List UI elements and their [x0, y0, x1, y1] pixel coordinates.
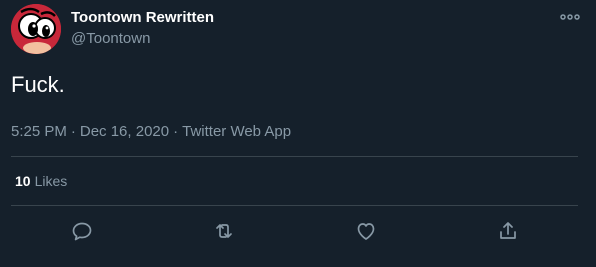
tweet-text: Fuck. [11, 72, 65, 97]
tweet-date[interactable]: Dec 16, 2020 [80, 123, 169, 140]
meta-separator: · [70, 123, 76, 140]
tweet-time[interactable]: 5:25 PM [11, 123, 67, 140]
retweet-button[interactable] [212, 219, 236, 243]
likes-stat[interactable]: 10 Likes [15, 173, 67, 189]
avatar[interactable] [11, 4, 61, 54]
divider [11, 156, 578, 157]
reply-icon [72, 222, 92, 241]
likes-label: Likes [34, 173, 68, 189]
avatar-image [11, 4, 61, 54]
heart-icon [357, 223, 375, 240]
tweet-metadata: 5:25 PM · Dec 16, 2020 · Twitter Web App [11, 123, 291, 140]
like-button[interactable] [354, 219, 378, 243]
meta-separator: · [173, 123, 179, 140]
retweet-icon [216, 224, 232, 238]
more-options-button[interactable] [558, 9, 582, 25]
more-horizontal-icon [560, 14, 580, 20]
share-icon [500, 222, 516, 239]
tweet-detail: Toontown Rewritten @Toontown Fuck. 5:25 … [0, 0, 596, 267]
author-display-name[interactable]: Toontown Rewritten [71, 9, 214, 26]
share-button[interactable] [496, 219, 520, 243]
tweet-source[interactable]: Twitter Web App [182, 123, 291, 140]
reply-button[interactable] [70, 219, 94, 243]
likes-count: 10 [15, 173, 31, 189]
divider [11, 205, 578, 206]
author-handle[interactable]: @Toontown [71, 30, 150, 47]
